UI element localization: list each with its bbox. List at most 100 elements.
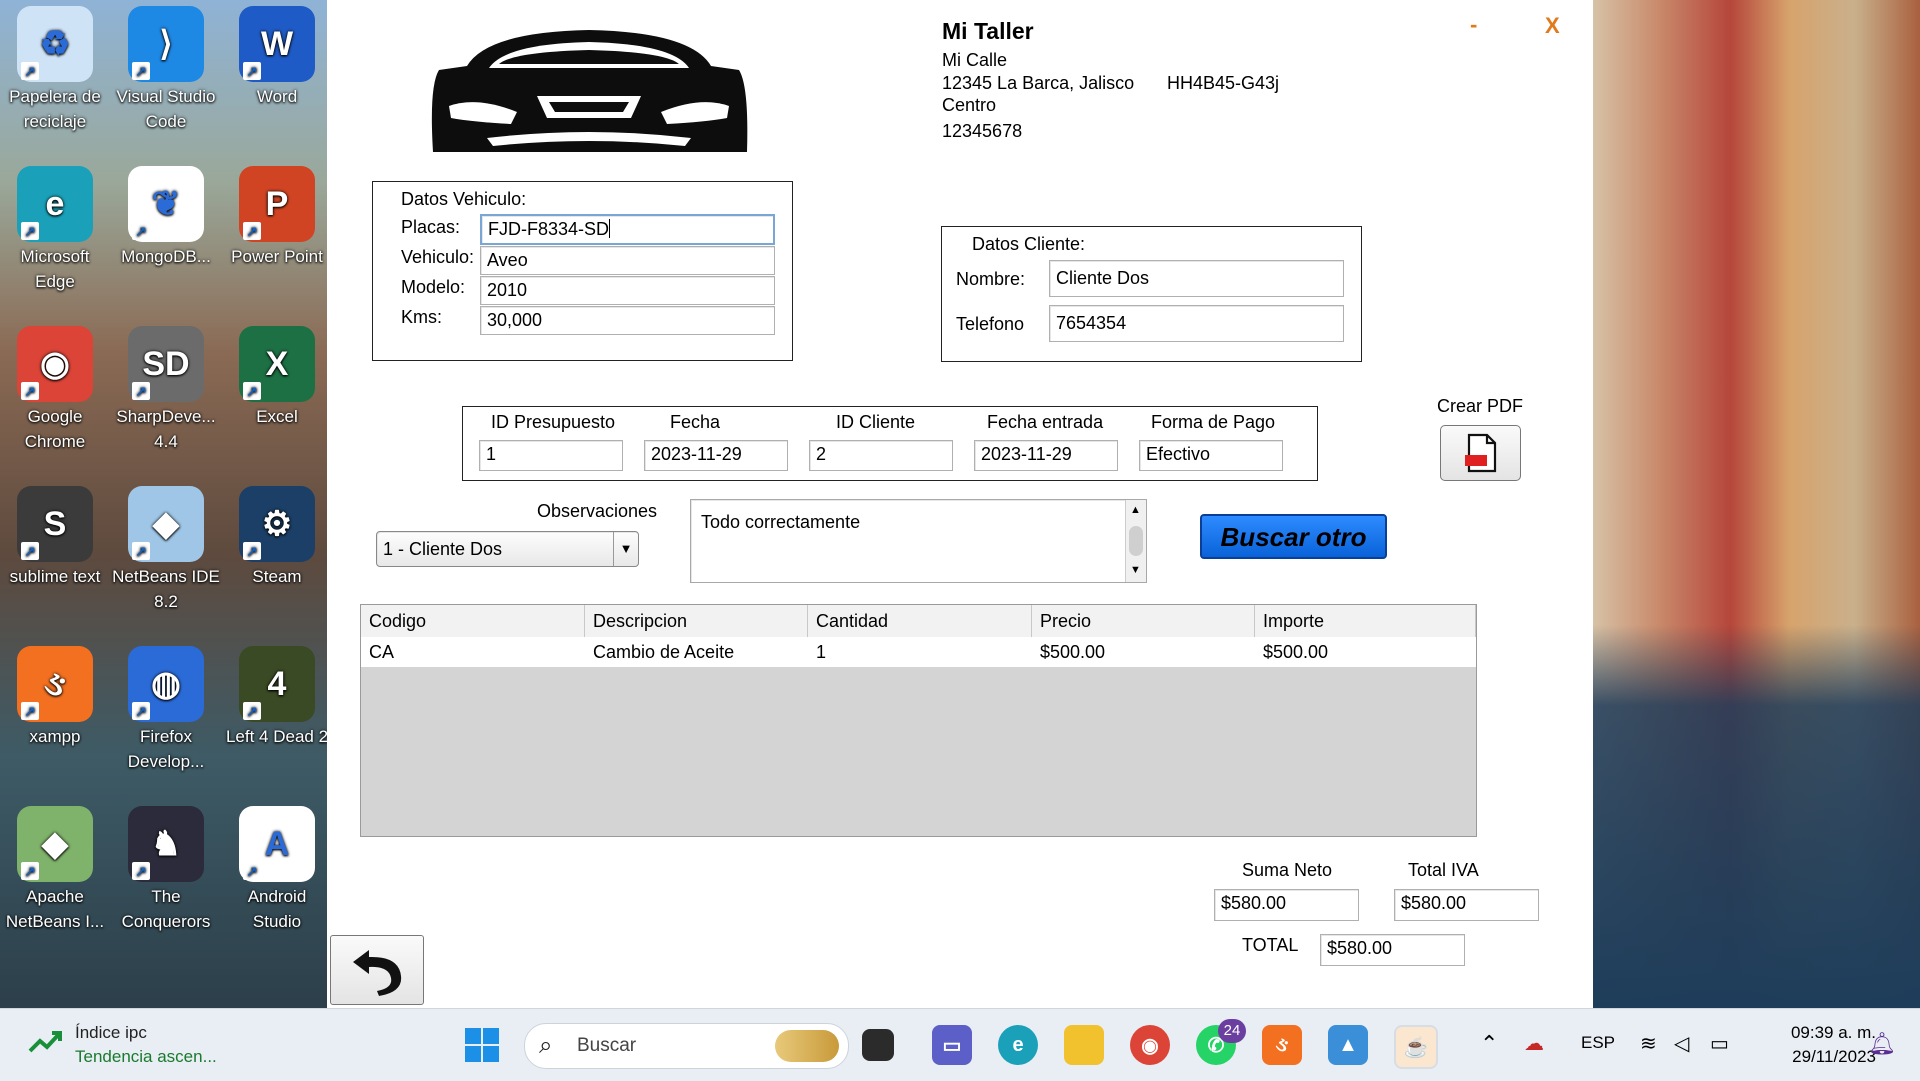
cliente-combo-value: 1 - Cliente Dos bbox=[383, 539, 503, 559]
clock-date[interactable]: 29/11/2023 bbox=[1766, 1047, 1876, 1067]
notification-bell-icon[interactable]: 🔔︎ bbox=[1868, 1031, 1896, 1057]
task-view-icon[interactable] bbox=[862, 1029, 894, 1061]
suma-neto-label: Suma Neto bbox=[1242, 860, 1333, 880]
table-row[interactable]: CA Cambio de Aceite 1 $500.00 $500.00 bbox=[361, 637, 1476, 667]
chrome-taskbar-icon[interactable]: ◉ bbox=[1130, 1025, 1170, 1065]
column-header-importe[interactable]: Importe bbox=[1255, 605, 1476, 637]
desktop-icon-label: Visual Studio Code bbox=[116, 87, 216, 131]
back-button[interactable] bbox=[330, 935, 424, 1005]
close-button[interactable]: X bbox=[1545, 13, 1560, 39]
language-indicator[interactable]: ESP bbox=[1581, 1033, 1615, 1053]
placas-input[interactable]: FJD-F8334-SD bbox=[480, 214, 775, 245]
desktop-icon[interactable]: ❦ ↗ MongoDB... bbox=[111, 166, 221, 269]
volume-icon[interactable]: ◁ bbox=[1674, 1031, 1689, 1056]
total-iva-field[interactable]: $580.00 bbox=[1394, 889, 1539, 921]
total-iva-label: Total IVA bbox=[1408, 860, 1479, 880]
desktop-icon[interactable]: ⟩ ↗ Visual Studio Code bbox=[111, 6, 221, 134]
desktop-icon[interactable]: P ↗ Power Point bbox=[222, 166, 332, 269]
fecha-entrada-input[interactable]: 2023-11-29 bbox=[974, 440, 1118, 471]
windows-start-icon[interactable] bbox=[462, 1025, 502, 1065]
business-code: HH4B45-G43j bbox=[1167, 73, 1280, 93]
taskbar-search[interactable]: ⌕ Buscar bbox=[524, 1023, 849, 1069]
fecha-entrada-label: Fecha entrada bbox=[987, 412, 1104, 432]
modelo-input[interactable]: 2010 bbox=[480, 276, 775, 305]
total-field[interactable]: $580.00 bbox=[1320, 934, 1465, 966]
desktop-icon[interactable]: ◉ ↗ Google Chrome bbox=[0, 326, 110, 454]
cliente-panel: Datos Cliente: Nombre: Cliente Dos Telef… bbox=[941, 226, 1362, 362]
desktop-icon[interactable]: 4 ↗ Left 4 Dead 2 bbox=[222, 646, 332, 749]
desktop-icon[interactable]: S ↗ sublime text bbox=[0, 486, 110, 589]
desktop-app-icon: ◆ ↗ bbox=[128, 486, 204, 562]
desktop-icon[interactable]: X ↗ Excel bbox=[222, 326, 332, 429]
cliente-title: Datos Cliente: bbox=[972, 234, 1086, 254]
desktop-app-icon: 4 ↗ bbox=[239, 646, 315, 722]
photos-icon[interactable]: ▲ bbox=[1328, 1025, 1368, 1065]
file-explorer-icon[interactable] bbox=[1064, 1025, 1104, 1065]
desktop-icon[interactable]: ◆ ↗ Apache NetBeans I... bbox=[0, 806, 110, 934]
edge-taskbar-icon[interactable]: e bbox=[998, 1025, 1038, 1065]
desktop-icon-label: Firefox Develop... bbox=[127, 727, 205, 771]
desktop-app-icon: X ↗ bbox=[239, 326, 315, 402]
observaciones-scrollbar[interactable]: ▲ ▼ bbox=[1125, 500, 1146, 582]
observaciones-textarea[interactable]: Todo correctamente ▲ ▼ bbox=[690, 499, 1147, 583]
desktop-icon[interactable]: W ↗ Word bbox=[222, 6, 332, 109]
clock-time[interactable]: 09:39 a. m. bbox=[1766, 1023, 1876, 1043]
desktop-icon[interactable]: e ↗ Microsoft Edge bbox=[0, 166, 110, 294]
battery-icon[interactable]: ▭ bbox=[1710, 1031, 1729, 1056]
business-city: 12345 La Barca, Jalisco bbox=[942, 73, 1135, 93]
shortcut-arrow-icon: ↗ bbox=[21, 382, 39, 400]
cell-descripcion: Cambio de Aceite bbox=[593, 642, 735, 662]
desktop-icon[interactable]: ◍ ↗ Firefox Develop... bbox=[111, 646, 221, 774]
telefono-input[interactable]: 7654354 bbox=[1049, 305, 1344, 342]
desktop-icon[interactable]: A ↗ Android Studio bbox=[222, 806, 332, 934]
shortcut-arrow-icon: ↗ bbox=[132, 862, 150, 880]
column-header-cantidad[interactable]: Cantidad bbox=[808, 605, 1032, 637]
scroll-thumb[interactable] bbox=[1129, 526, 1143, 556]
text-caret bbox=[609, 219, 611, 238]
car-logo bbox=[431, 30, 748, 152]
desktop-icon[interactable]: ◆ ↗ NetBeans IDE 8.2 bbox=[111, 486, 221, 614]
stock-trend-icon[interactable] bbox=[28, 1029, 62, 1057]
vehiculo-input[interactable]: Aveo bbox=[480, 246, 775, 275]
desktop-icon-label: Google Chrome bbox=[24, 407, 86, 451]
crear-pdf-button[interactable] bbox=[1440, 425, 1521, 481]
column-header-codigo[interactable]: Codigo bbox=[361, 605, 585, 637]
id-presupuesto-label: ID Presupuesto bbox=[491, 412, 616, 432]
onedrive-error-icon[interactable]: ☁ bbox=[1524, 1031, 1544, 1056]
desktop-icon[interactable]: SD ↗ SharpDeve... 4.4 bbox=[111, 326, 221, 454]
desktop-icon[interactable]: ♞ ↗ The Conquerors bbox=[111, 806, 221, 934]
wifi-icon[interactable]: ≋ bbox=[1640, 1031, 1657, 1056]
widget-subtitle[interactable]: Tendencia ascen... bbox=[75, 1047, 217, 1067]
kms-input[interactable]: 30,000 bbox=[480, 306, 775, 335]
desktop-app-icon: ⟩ ↗ bbox=[128, 6, 204, 82]
column-header-precio[interactable]: Precio bbox=[1032, 605, 1255, 637]
vehiculo-title: Datos Vehiculo: bbox=[401, 189, 527, 209]
widget-title[interactable]: Índice ipc bbox=[75, 1023, 147, 1043]
teams-chat-icon[interactable]: ▭ bbox=[932, 1025, 972, 1065]
java-app-icon[interactable]: ☕ bbox=[1394, 1025, 1438, 1069]
forma-pago-input[interactable]: Efectivo bbox=[1139, 440, 1283, 471]
desktop-app-icon: W ↗ bbox=[239, 6, 315, 82]
chevron-up-icon[interactable]: ⌃ bbox=[1480, 1031, 1498, 1057]
cell-importe: $500.00 bbox=[1263, 642, 1329, 662]
shortcut-arrow-icon: ↗ bbox=[21, 62, 39, 80]
nombre-input[interactable]: Cliente Dos bbox=[1049, 260, 1344, 297]
cliente-combo[interactable]: 1 - Cliente Dos ▼ bbox=[376, 531, 639, 567]
desktop-app-icon: ♞ ↗ bbox=[128, 806, 204, 882]
buscar-otro-button[interactable]: Buscar otro bbox=[1200, 514, 1387, 559]
minimize-button[interactable]: - bbox=[1470, 12, 1477, 38]
desktop-icon[interactable]: ઙ ↗ xampp bbox=[0, 646, 110, 749]
fecha-input[interactable]: 2023-11-29 bbox=[644, 440, 788, 471]
xampp-taskbar-icon[interactable]: ઙ bbox=[1262, 1025, 1302, 1065]
suma-neto-field[interactable]: $580.00 bbox=[1214, 889, 1359, 921]
id-cliente-input[interactable]: 2 bbox=[809, 440, 953, 471]
id-presupuesto-input[interactable]: 1 bbox=[479, 440, 623, 471]
search-icon: ⌕ bbox=[539, 1032, 553, 1059]
desktop-icon[interactable]: ♻ ↗ Papelera de reciclaje bbox=[0, 6, 110, 134]
chevron-down-icon[interactable]: ▼ bbox=[613, 532, 638, 566]
scroll-down-icon[interactable]: ▼ bbox=[1130, 564, 1141, 576]
scroll-up-icon[interactable]: ▲ bbox=[1130, 504, 1141, 516]
desktop-icon[interactable]: ⚙ ↗ Steam bbox=[222, 486, 332, 589]
column-header-descripcion[interactable]: Descripcion bbox=[585, 605, 808, 637]
shortcut-arrow-icon: ↗ bbox=[21, 542, 39, 560]
